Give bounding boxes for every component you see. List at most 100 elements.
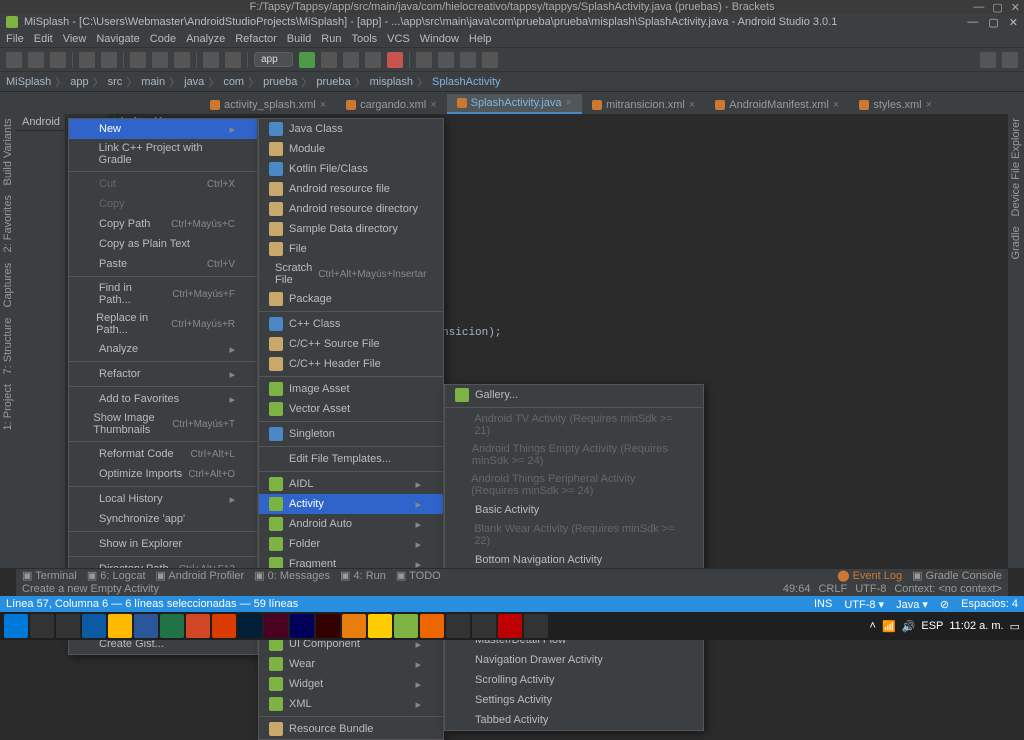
menu-item-image-asset[interactable]: Image Asset xyxy=(259,379,443,399)
aftereffects-icon[interactable] xyxy=(290,614,314,638)
avd-icon[interactable] xyxy=(416,52,432,68)
taskview-icon[interactable] xyxy=(30,614,54,638)
menu-tools[interactable]: Tools xyxy=(351,33,377,45)
breadcrumb-item[interactable]: src xyxy=(108,76,123,88)
stop-icon[interactable] xyxy=(387,52,403,68)
toolwindow-Device-File-Explorer[interactable]: Device File Explorer xyxy=(1010,118,1022,216)
menu-item-show-image-thumbnails[interactable]: Show Image ThumbnailsCtrl+Mayús+T xyxy=(69,409,257,439)
menu-item-widget[interactable]: Widget▸ xyxy=(259,674,443,694)
min-icon[interactable]: — xyxy=(973,1,984,14)
menu-item-edit-file-templates-[interactable]: Edit File Templates... xyxy=(259,449,443,469)
brackets-status-item[interactable]: Espacios: 4 xyxy=(961,598,1018,611)
menu-item-module[interactable]: Module xyxy=(259,139,443,159)
bottom-tool-Terminal[interactable]: ▣ Terminal xyxy=(22,569,77,582)
menu-item-kotlin-file-class[interactable]: Kotlin File/Class xyxy=(259,159,443,179)
cut-icon[interactable] xyxy=(130,52,146,68)
menu-item-copy-as-plain-text[interactable]: Copy as Plain Text xyxy=(69,234,257,254)
run-icon[interactable] xyxy=(299,52,315,68)
menu-item-wear[interactable]: Wear▸ xyxy=(259,654,443,674)
breadcrumb-item[interactable]: misplash xyxy=(370,76,413,88)
search-icon[interactable] xyxy=(980,52,996,68)
tray-volume-icon[interactable]: 🔊 xyxy=(902,620,916,633)
run-config-combo[interactable]: app xyxy=(254,52,293,67)
menu-item-analyze[interactable]: Analyze▸ xyxy=(69,339,257,359)
tray-network-icon[interactable]: 📶 xyxy=(882,620,896,633)
tray-chevron-icon[interactable]: ˄ xyxy=(870,620,876,632)
firefox-icon[interactable] xyxy=(212,614,236,638)
menu-item-find-in-path-[interactable]: Find in Path...Ctrl+Mayús+F xyxy=(69,279,257,309)
project-view-combo[interactable]: Android xyxy=(22,116,60,128)
bottom-tool-Android-Profiler[interactable]: ▣ Android Profiler xyxy=(156,569,245,582)
app-icon[interactable] xyxy=(446,614,470,638)
breadcrumb-item[interactable]: java xyxy=(184,76,204,88)
tray-time[interactable]: 11:02 a. m. xyxy=(949,620,1003,632)
menu-item-bottom-navigation-activity[interactable]: Bottom Navigation Activity xyxy=(445,550,703,570)
cortana-icon[interactable] xyxy=(56,614,80,638)
tray-notifications-icon[interactable]: ▭ xyxy=(1010,620,1020,633)
word-icon[interactable] xyxy=(134,614,158,638)
forward-icon[interactable] xyxy=(225,52,241,68)
menu-item-replace-in-path-[interactable]: Replace in Path...Ctrl+Mayús+R xyxy=(69,309,257,339)
bottom-tool-Gradle-Console[interactable]: ▣ Gradle Console xyxy=(912,569,1002,582)
menu-item-c-c-source-file[interactable]: C/C++ Source File xyxy=(259,334,443,354)
tab-styles-xml[interactable]: styles.xml× xyxy=(849,96,942,114)
structure-icon[interactable] xyxy=(460,52,476,68)
androidstudio-taskbar-icon[interactable] xyxy=(394,614,418,638)
menu-item-sample-data-directory[interactable]: Sample Data directory xyxy=(259,219,443,239)
brackets-status-item[interactable]: INS xyxy=(814,598,832,611)
toolwindow-Captures[interactable]: Captures xyxy=(2,263,14,308)
menu-vcs[interactable]: VCS xyxy=(387,33,410,45)
profile-icon[interactable] xyxy=(343,52,359,68)
copy-icon[interactable] xyxy=(152,52,168,68)
bottom-tool-0-Messages[interactable]: ▣ 0: Messages xyxy=(254,569,330,582)
menu-item-vector-asset[interactable]: Vector Asset xyxy=(259,399,443,419)
menu-edit[interactable]: Edit xyxy=(34,33,53,45)
menu-item-xml[interactable]: XML▸ xyxy=(259,694,443,714)
tab-SplashActivity-java[interactable]: SplashActivity.java× xyxy=(447,94,582,114)
toolwindow-Build-Variants[interactable]: Build Variants xyxy=(2,118,14,185)
blender-icon[interactable] xyxy=(342,614,366,638)
bottom-tool-Event-Log[interactable]: ⬤ Event Log xyxy=(837,569,902,582)
encoding[interactable]: UTF-8 xyxy=(855,583,886,595)
settings-icon[interactable] xyxy=(1002,52,1018,68)
start-button[interactable] xyxy=(4,614,28,638)
breadcrumb-item[interactable]: SplashActivity xyxy=(432,76,500,88)
menu-item-copy-path[interactable]: Copy PathCtrl+Mayús+C xyxy=(69,214,257,234)
brackets-taskbar-icon[interactable] xyxy=(472,614,496,638)
save-icon[interactable] xyxy=(28,52,44,68)
menu-item-add-to-favorites[interactable]: Add to Favorites▸ xyxy=(69,389,257,409)
filezilla-icon[interactable] xyxy=(498,614,522,638)
as-close-icon[interactable]: ✕ xyxy=(1009,16,1018,29)
tray-lang[interactable]: ESP xyxy=(921,620,943,632)
vlc-icon[interactable] xyxy=(420,614,444,638)
edge-icon[interactable] xyxy=(82,614,106,638)
menu-item-show-in-explorer[interactable]: Show in Explorer xyxy=(69,534,257,554)
menu-item-gallery-[interactable]: Gallery... xyxy=(445,385,703,405)
menu-item-c-c-header-file[interactable]: C/C++ Header File xyxy=(259,354,443,374)
brackets-status-item[interactable]: Java ▾ xyxy=(896,598,928,611)
menu-navigate[interactable]: Navigate xyxy=(96,33,139,45)
chrome-icon[interactable] xyxy=(368,614,392,638)
toolwindow-2-Favorites[interactable]: 2: Favorites xyxy=(2,195,14,252)
explorer-icon[interactable] xyxy=(108,614,132,638)
menu-code[interactable]: Code xyxy=(150,33,176,45)
menu-item-settings-activity[interactable]: Settings Activity xyxy=(445,690,703,710)
menu-item-android-resource-file[interactable]: Android resource file xyxy=(259,179,443,199)
toolwindow-Gradle[interactable]: Gradle xyxy=(1010,226,1022,259)
menu-item-android-auto[interactable]: Android Auto▸ xyxy=(259,514,443,534)
powerpoint-icon[interactable] xyxy=(186,614,210,638)
breadcrumb-item[interactable]: prueba xyxy=(263,76,297,88)
tab-AndroidManifest-xml[interactable]: AndroidManifest.xml× xyxy=(705,96,849,114)
menu-item-android-resource-directory[interactable]: Android resource directory xyxy=(259,199,443,219)
toolwindow-7-Structure[interactable]: 7: Structure xyxy=(2,317,14,374)
menu-analyze[interactable]: Analyze xyxy=(186,33,225,45)
menu-item-activity[interactable]: Activity▸ xyxy=(259,494,443,514)
breadcrumb-item[interactable]: app xyxy=(70,76,88,88)
brackets-status-item[interactable]: UTF-8 ▾ xyxy=(844,598,884,611)
breadcrumb-item[interactable]: main xyxy=(141,76,165,88)
menu-item-java-class[interactable]: Java Class xyxy=(259,119,443,139)
redo-icon[interactable] xyxy=(101,52,117,68)
menu-file[interactable]: File xyxy=(6,33,24,45)
as-min-icon[interactable]: — xyxy=(967,16,978,29)
back-icon[interactable] xyxy=(203,52,219,68)
